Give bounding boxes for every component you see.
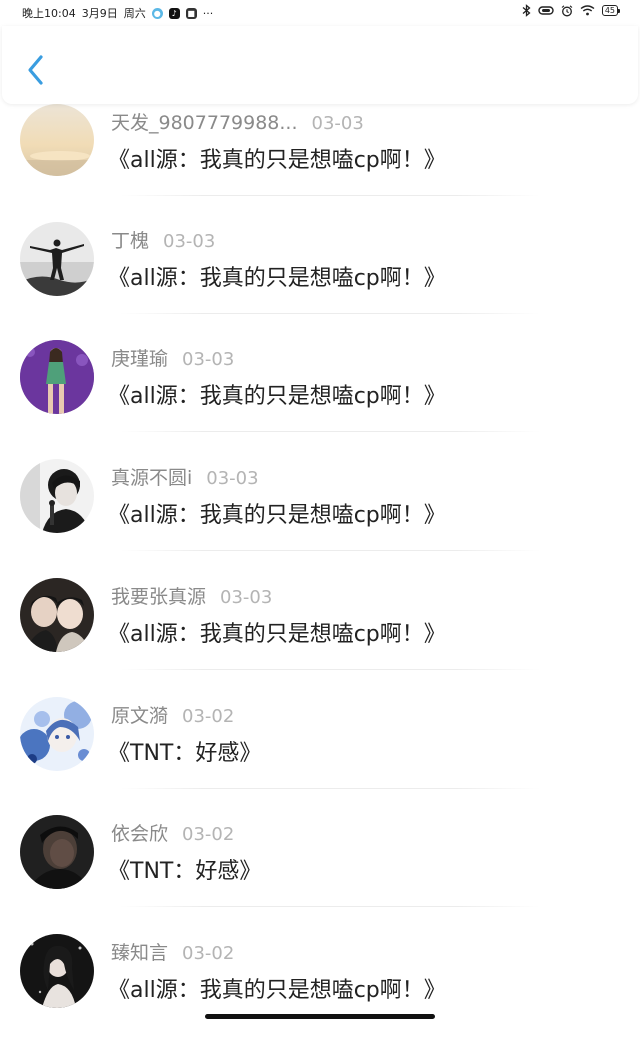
username[interactable]: 丁槐 bbox=[111, 230, 149, 252]
avatar[interactable] bbox=[20, 815, 94, 889]
header-bar bbox=[2, 26, 638, 104]
list-item[interactable]: 天发_9807779988... 03-03 《all源：我真的只是想嗑cp啊！》 bbox=[0, 104, 640, 222]
item-date: 03-03 bbox=[163, 231, 216, 252]
list-item[interactable]: 臻知言 03-02 《all源：我真的只是想嗑cp啊！》 bbox=[0, 934, 640, 1052]
list-item[interactable]: 真源不圆i 03-03 《all源：我真的只是想嗑cp啊！》 bbox=[0, 459, 640, 577]
item-meta: 原文漪 03-02 bbox=[111, 701, 234, 728]
item-meta: 我要张真源 03-03 bbox=[111, 582, 272, 609]
book-title[interactable]: 《TNT：好感》 bbox=[108, 735, 261, 767]
item-meta: 天发_9807779988... 03-03 bbox=[111, 108, 364, 135]
item-meta: 臻知言 03-02 bbox=[111, 938, 234, 965]
username[interactable]: 臻知言 bbox=[111, 942, 168, 964]
list-item[interactable]: 原文漪 03-02 《TNT：好感》 bbox=[0, 697, 640, 815]
item-date: 03-02 bbox=[182, 943, 235, 964]
divider bbox=[120, 550, 540, 551]
item-date: 03-02 bbox=[182, 706, 235, 727]
book-title[interactable]: 《TNT：好感》 bbox=[108, 853, 261, 885]
avatar[interactable] bbox=[20, 697, 94, 771]
item-date: 03-03 bbox=[182, 349, 235, 370]
divider bbox=[120, 669, 540, 670]
divider bbox=[120, 788, 540, 789]
divider bbox=[120, 906, 540, 907]
username[interactable]: 依会欣 bbox=[111, 823, 168, 845]
avatar[interactable] bbox=[20, 340, 94, 414]
book-title[interactable]: 《all源：我真的只是想嗑cp啊！》 bbox=[108, 260, 446, 292]
item-meta: 依会欣 03-02 bbox=[111, 819, 234, 846]
item-date: 03-03 bbox=[220, 587, 273, 608]
username[interactable]: 天发_9807779988... bbox=[111, 112, 298, 134]
chevron-left-icon bbox=[28, 55, 43, 85]
divider bbox=[120, 431, 540, 432]
book-title[interactable]: 《all源：我真的只是想嗑cp啊！》 bbox=[108, 142, 446, 174]
avatar[interactable] bbox=[20, 934, 94, 1008]
list-item[interactable]: 庚瑾瑜 03-03 《all源：我真的只是想嗑cp啊！》 bbox=[0, 340, 640, 458]
item-date: 03-03 bbox=[311, 113, 364, 134]
divider bbox=[120, 195, 540, 196]
item-meta: 真源不圆i 03-03 bbox=[111, 463, 259, 490]
avatar[interactable] bbox=[20, 459, 94, 533]
item-date: 03-02 bbox=[182, 824, 235, 845]
item-date: 03-03 bbox=[206, 468, 259, 489]
book-title[interactable]: 《all源：我真的只是想嗑cp啊！》 bbox=[108, 497, 446, 529]
list-item[interactable]: 丁槐 03-03 《all源：我真的只是想嗑cp啊！》 bbox=[0, 222, 640, 340]
list-item[interactable]: 依会欣 03-02 《TNT：好感》 bbox=[0, 815, 640, 933]
book-title[interactable]: 《all源：我真的只是想嗑cp啊！》 bbox=[108, 378, 446, 410]
avatar[interactable] bbox=[20, 104, 94, 176]
list-item[interactable]: 我要张真源 03-03 《all源：我真的只是想嗑cp啊！》 bbox=[0, 578, 640, 696]
username[interactable]: 原文漪 bbox=[111, 705, 168, 727]
username[interactable]: 真源不圆i bbox=[111, 467, 192, 489]
user-list: 天发_9807779988... 03-03 《all源：我真的只是想嗑cp啊！》… bbox=[0, 0, 640, 1024]
item-meta: 丁槐 03-03 bbox=[111, 226, 215, 253]
book-title[interactable]: 《all源：我真的只是想嗑cp啊！》 bbox=[108, 616, 446, 648]
divider bbox=[120, 313, 540, 314]
item-meta: 庚瑾瑜 03-03 bbox=[111, 344, 234, 371]
username[interactable]: 我要张真源 bbox=[111, 586, 206, 608]
back-button[interactable] bbox=[22, 52, 50, 88]
avatar[interactable] bbox=[20, 222, 94, 296]
username[interactable]: 庚瑾瑜 bbox=[111, 348, 168, 370]
book-title[interactable]: 《all源：我真的只是想嗑cp啊！》 bbox=[108, 972, 446, 1004]
home-indicator[interactable] bbox=[205, 1014, 435, 1019]
avatar[interactable] bbox=[20, 578, 94, 652]
